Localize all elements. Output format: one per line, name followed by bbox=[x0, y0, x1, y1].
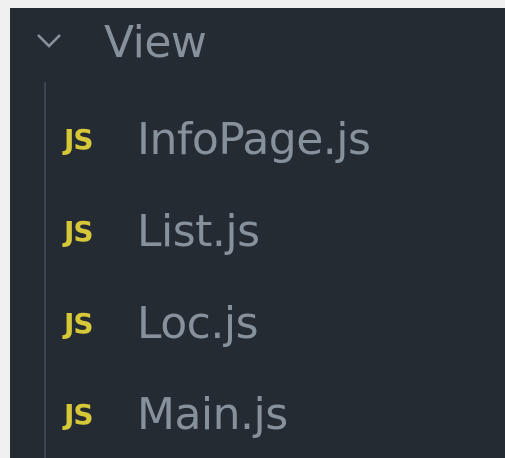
file-item-main[interactable]: JS Main.js bbox=[10, 373, 505, 458]
file-item-list[interactable]: JS List.js bbox=[10, 190, 505, 278]
folder-view[interactable]: View bbox=[10, 8, 505, 78]
file-label: List.js bbox=[137, 206, 260, 257]
javascript-file-icon: JS bbox=[64, 215, 94, 248]
chevron-down-icon[interactable] bbox=[36, 27, 62, 53]
file-explorer-panel: View JS InfoPage.js JS List.js JS Loc.js… bbox=[10, 8, 505, 458]
javascript-file-icon: JS bbox=[64, 398, 94, 431]
file-item-infopage[interactable]: JS InfoPage.js bbox=[10, 98, 505, 186]
folder-label: View bbox=[104, 17, 207, 68]
file-item-loc[interactable]: JS Loc.js bbox=[10, 282, 505, 370]
file-label: InfoPage.js bbox=[137, 114, 371, 165]
javascript-file-icon: JS bbox=[64, 307, 94, 340]
file-label: Main.js bbox=[137, 389, 288, 440]
javascript-file-icon: JS bbox=[64, 123, 94, 156]
file-label: Loc.js bbox=[137, 298, 259, 349]
